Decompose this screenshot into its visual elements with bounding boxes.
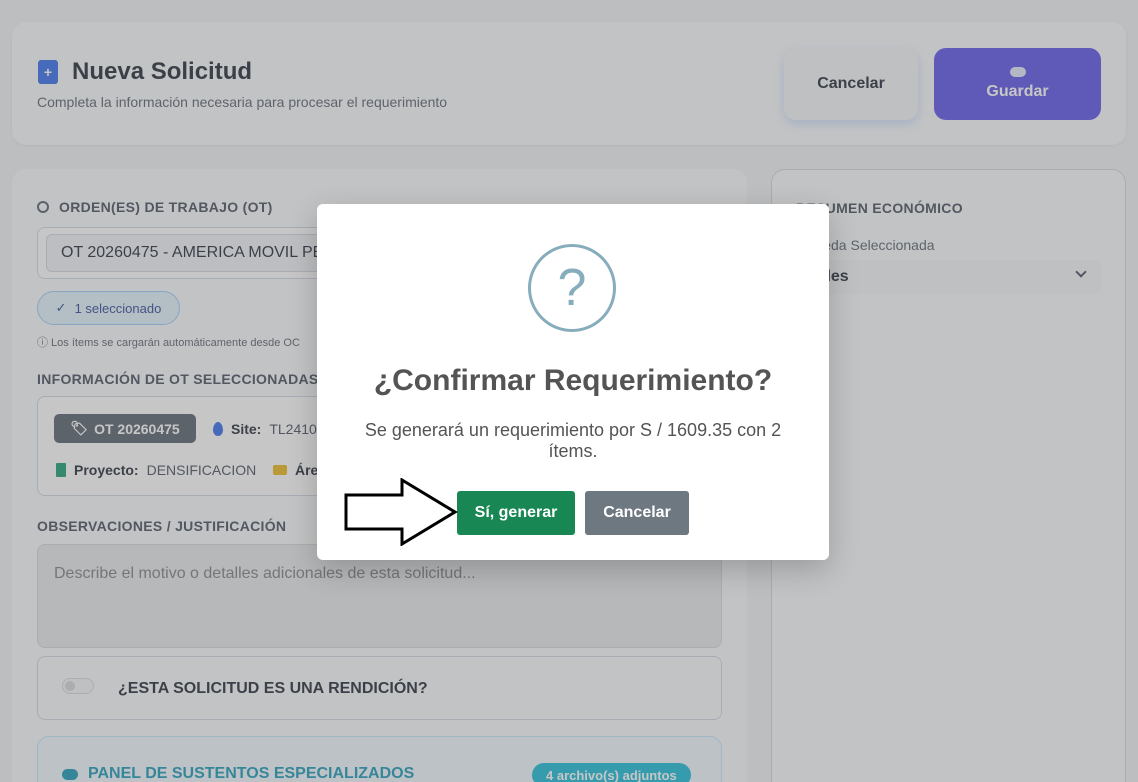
dialog-cancel-button[interactable]: Cancelar bbox=[585, 491, 689, 535]
confirm-generate-button[interactable]: Sí, generar bbox=[457, 491, 575, 535]
question-icon: ? bbox=[528, 244, 616, 332]
dialog-title: ¿Confirmar Requerimiento? bbox=[373, 364, 773, 397]
dialog-text: Se generará un requerimiento por S / 160… bbox=[364, 420, 782, 461]
pointer-arrow-icon bbox=[344, 478, 458, 546]
